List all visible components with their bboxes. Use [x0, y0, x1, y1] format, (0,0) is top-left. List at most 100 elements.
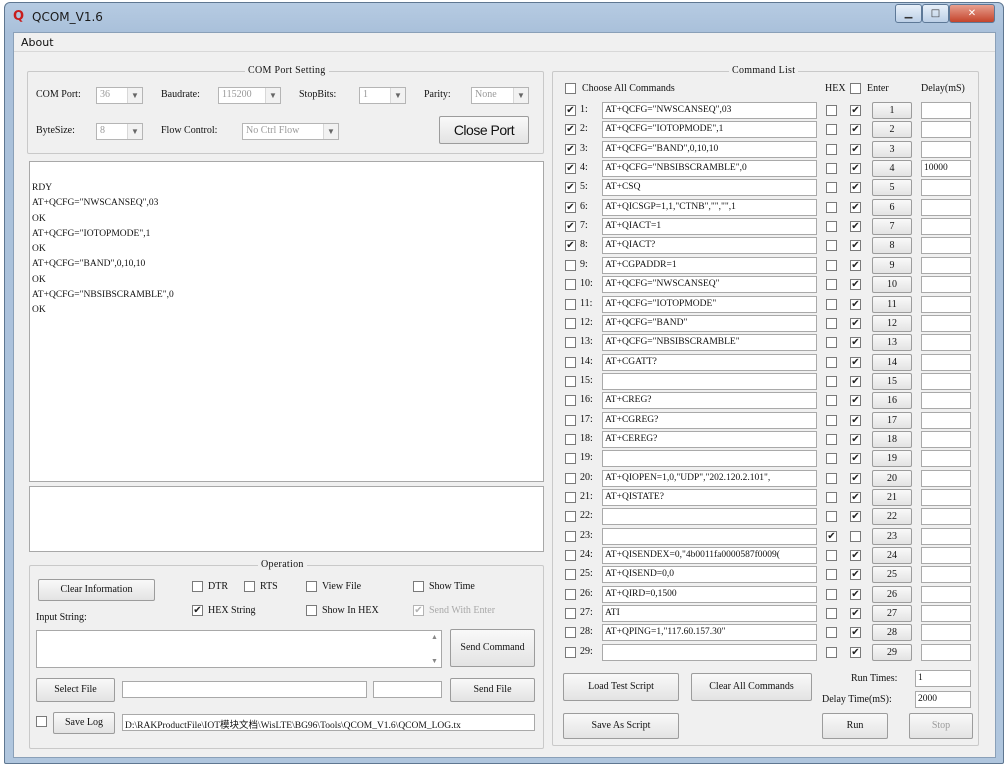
enter-checkbox[interactable]: ✔: [850, 298, 861, 310]
enter-checkbox[interactable]: ✔: [850, 124, 861, 136]
command-select-checkbox[interactable]: [565, 414, 576, 426]
delay-input[interactable]: [921, 624, 971, 642]
delay-input[interactable]: [921, 295, 971, 313]
enter-checkbox[interactable]: ✔: [850, 221, 861, 233]
send-row-button[interactable]: 7: [872, 218, 912, 236]
send-row-button[interactable]: 4: [872, 160, 912, 178]
log-path-field[interactable]: D:\RAKProductFile\IOT模块文档\WisLTE\BG96\To…: [122, 714, 535, 731]
bytesize-select[interactable]: 8 ▼: [96, 123, 143, 140]
command-input[interactable]: AT+QCFG="NBSIBSCRAMBLE",0: [602, 160, 817, 178]
hex-checkbox[interactable]: [826, 105, 837, 116]
command-select-checkbox[interactable]: [565, 511, 576, 523]
send-row-button[interactable]: 27: [872, 605, 912, 623]
save-log-button[interactable]: Save Log: [53, 712, 115, 734]
enter-checkbox[interactable]: ✔: [850, 453, 861, 465]
hex-checkbox[interactable]: [826, 124, 837, 136]
enter-checkbox[interactable]: ✔: [850, 395, 861, 407]
hex-checkbox[interactable]: [826, 433, 837, 445]
command-input[interactable]: [602, 643, 817, 661]
command-input[interactable]: AT+QCFG="IOTOPMODE": [602, 295, 817, 313]
hex-checkbox[interactable]: [826, 317, 837, 329]
delay-input[interactable]: [921, 566, 971, 584]
command-input[interactable]: AT+QIOPEN=1,0,"UDP","202.120.2.101",: [602, 469, 817, 487]
send-row-button[interactable]: 16: [872, 392, 912, 410]
command-input[interactable]: AT+QIACT=1: [602, 218, 817, 236]
delay-input[interactable]: [921, 179, 971, 197]
delay-input[interactable]: [921, 450, 971, 468]
send-row-button[interactable]: 21: [872, 489, 912, 506]
send-row-button[interactable]: 14: [872, 353, 912, 371]
hex-checkbox[interactable]: [826, 569, 837, 581]
command-select-checkbox[interactable]: [565, 356, 576, 368]
send-row-button[interactable]: 13: [872, 334, 912, 352]
enter-checkbox[interactable]: ✔: [850, 627, 861, 639]
command-input[interactable]: AT+QCFG="IOTOPMODE",1: [602, 121, 817, 139]
clear-information-button[interactable]: Clear Information: [38, 579, 155, 601]
select-file-button[interactable]: Select File: [36, 678, 115, 702]
command-input[interactable]: AT+QIRD=0,1500: [602, 585, 817, 603]
command-input[interactable]: AT+QPING=1,"117.60.157.30": [602, 624, 817, 642]
command-select-checkbox[interactable]: ✔: [565, 221, 576, 233]
hex-checkbox[interactable]: [826, 511, 837, 523]
send-row-button[interactable]: 19: [872, 450, 912, 468]
close-port-button[interactable]: Close Port: [439, 116, 529, 144]
close-window-button[interactable]: ✕: [949, 4, 995, 23]
command-input[interactable]: AT+QCFG="NWSCANSEQ",03: [602, 102, 817, 119]
delay-input[interactable]: [921, 218, 971, 236]
delay-input[interactable]: [921, 547, 971, 565]
send-row-button[interactable]: 8: [872, 237, 912, 255]
command-select-checkbox[interactable]: ✔: [565, 163, 576, 175]
delay-input[interactable]: [921, 392, 971, 410]
enter-checkbox[interactable]: ✔: [850, 511, 861, 523]
delay-input[interactable]: [921, 411, 971, 429]
send-row-button[interactable]: 20: [872, 469, 912, 487]
view-file-checkbox[interactable]: [306, 581, 317, 592]
command-input[interactable]: [602, 372, 817, 390]
maximize-button[interactable]: □: [922, 4, 949, 23]
scroll-up-icon[interactable]: ▲: [428, 633, 441, 641]
enter-checkbox[interactable]: ✔: [850, 588, 861, 600]
delay-input[interactable]: 10000: [921, 160, 971, 178]
command-select-checkbox[interactable]: [565, 588, 576, 600]
delay-input[interactable]: [921, 198, 971, 216]
hex-checkbox[interactable]: [826, 492, 837, 503]
hex-checkbox[interactable]: [826, 472, 837, 484]
delay-input[interactable]: [921, 121, 971, 139]
delay-input[interactable]: [921, 256, 971, 274]
command-select-checkbox[interactable]: [565, 375, 576, 387]
hex-string-checkbox[interactable]: ✔: [192, 605, 203, 616]
command-input[interactable]: [602, 527, 817, 545]
com-port-select[interactable]: 36 ▼: [96, 87, 143, 104]
hex-checkbox[interactable]: [826, 646, 837, 658]
hex-checkbox[interactable]: [826, 588, 837, 600]
command-input[interactable]: ATI: [602, 605, 817, 623]
send-preview-area[interactable]: [29, 486, 544, 552]
hex-checkbox[interactable]: [826, 298, 837, 310]
rts-checkbox[interactable]: [244, 581, 255, 592]
command-select-checkbox[interactable]: [565, 627, 576, 639]
choose-all-checkbox[interactable]: [565, 83, 576, 94]
enter-checkbox[interactable]: ✔: [850, 356, 861, 368]
send-row-button[interactable]: 24: [872, 547, 912, 565]
send-row-button[interactable]: 28: [872, 624, 912, 642]
hex-checkbox[interactable]: [826, 356, 837, 368]
send-row-button[interactable]: 26: [872, 585, 912, 603]
command-input[interactable]: AT+QISTATE?: [602, 489, 817, 506]
enter-checkbox[interactable]: ✔: [850, 414, 861, 426]
hex-checkbox[interactable]: [826, 550, 837, 562]
flow-control-select[interactable]: No Ctrl Flow ▼: [242, 123, 339, 140]
command-select-checkbox[interactable]: [565, 472, 576, 484]
delay-input[interactable]: [921, 605, 971, 623]
hex-checkbox[interactable]: [826, 337, 837, 349]
delay-input[interactable]: [921, 508, 971, 526]
receive-log[interactable]: RDY AT+QCFG="NWSCANSEQ",03 OK AT+QCFG="IOTO…: [29, 161, 544, 482]
hex-checkbox[interactable]: [826, 279, 837, 291]
hex-checkbox[interactable]: [826, 201, 837, 213]
command-select-checkbox[interactable]: [565, 569, 576, 581]
hex-checkbox[interactable]: [826, 182, 837, 194]
command-input[interactable]: [602, 508, 817, 526]
delay-input[interactable]: [921, 643, 971, 661]
enter-checkbox[interactable]: ✔: [850, 259, 861, 271]
enter-checkbox[interactable]: ✔: [850, 608, 861, 620]
command-select-checkbox[interactable]: [565, 317, 576, 329]
